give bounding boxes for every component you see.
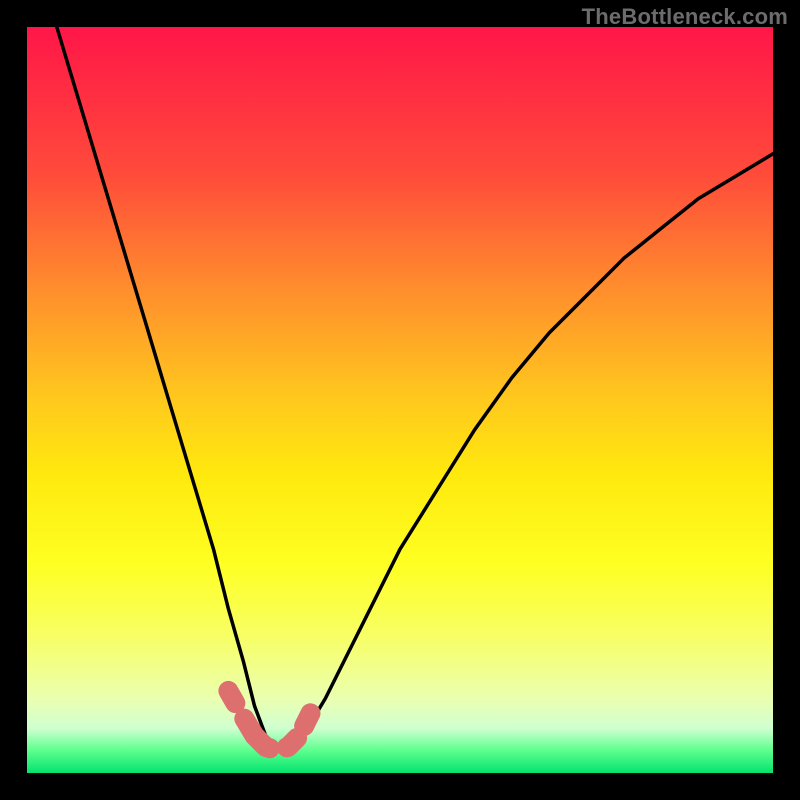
chart-frame: TheBottleneck.com <box>0 0 800 800</box>
plot-area <box>27 27 773 773</box>
watermark-text: TheBottleneck.com <box>582 4 788 30</box>
